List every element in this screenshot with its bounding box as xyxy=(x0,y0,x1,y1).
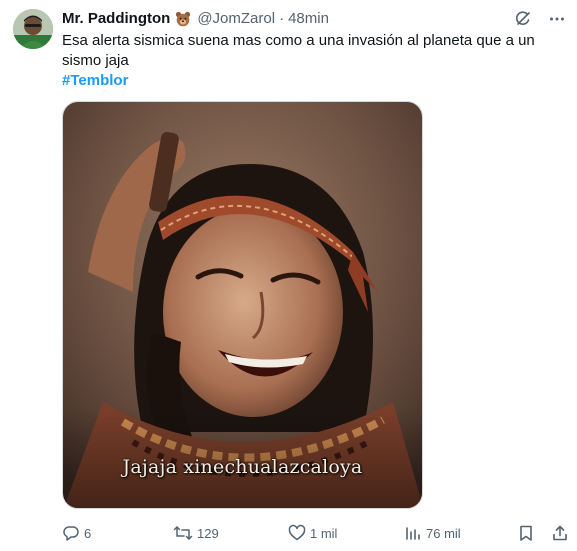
bear-face-icon xyxy=(175,11,191,27)
views-count: 76 mil xyxy=(426,525,461,541)
bookmark-icon xyxy=(520,525,532,541)
author-name[interactable]: Mr. Paddington xyxy=(62,9,170,29)
author-handle[interactable]: @JomZarol xyxy=(197,9,275,29)
reply-icon xyxy=(63,526,79,541)
avatar[interactable] xyxy=(13,9,53,49)
header-separator: · xyxy=(279,10,285,27)
tweet-header: Mr. Paddington @JomZarol · 48min xyxy=(62,9,329,29)
like-count: 1 mil xyxy=(310,525,338,541)
tweet-body: Esa alerta sismica suena mas como a una … xyxy=(62,32,535,69)
views-button[interactable]: 76 mil xyxy=(404,524,461,542)
like-icon xyxy=(288,524,306,541)
reply-button[interactable]: 6 xyxy=(62,524,91,542)
tweet[interactable]: Mr. Paddington @JomZarol · 48min Esa ale… xyxy=(0,0,577,551)
like-button[interactable]: 1 mil xyxy=(288,524,337,542)
gif-image xyxy=(63,102,422,508)
retweet-icon xyxy=(173,526,193,540)
more-icon[interactable] xyxy=(547,9,567,29)
action-bar: 6 129 1 mil 76 mil xyxy=(62,523,567,543)
retweet-count: 129 xyxy=(197,525,219,541)
reply-count: 6 xyxy=(84,525,92,541)
retweet-button[interactable]: 129 xyxy=(173,524,219,542)
hashtag-link[interactable]: #Temblor xyxy=(62,71,128,91)
share-button[interactable] xyxy=(551,524,573,542)
tweet-timestamp[interactable]: 48min xyxy=(288,9,329,29)
tweet-media[interactable]: Jajaja xinechualazcaloya xyxy=(62,101,423,509)
views-icon xyxy=(406,527,420,540)
tweet-text: Esa alerta sismica suena mas como a una … xyxy=(62,31,562,91)
header-actions xyxy=(513,9,567,29)
grok-icon[interactable] xyxy=(513,9,533,29)
avatar-image xyxy=(13,9,53,49)
gif-caption: Jajaja xinechualazcaloya xyxy=(122,456,363,478)
bookmark-button[interactable] xyxy=(517,524,539,542)
share-icon xyxy=(553,525,567,541)
